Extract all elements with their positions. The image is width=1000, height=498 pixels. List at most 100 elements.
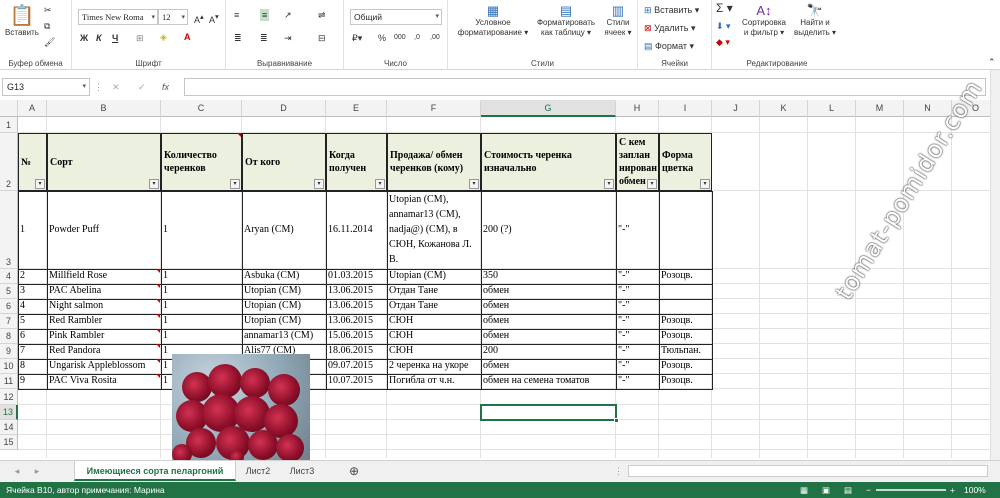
column-header-H[interactable]: H [616, 100, 659, 117]
flower-photo[interactable] [172, 354, 310, 464]
underline-button[interactable]: Ч [112, 32, 118, 44]
percent-icon[interactable]: % [378, 32, 386, 44]
table-cell[interactable]: "-" [616, 359, 632, 374]
table-cell[interactable]: 1 [161, 329, 170, 344]
table-cell[interactable]: СЮН [387, 344, 415, 359]
column-header-F[interactable]: F [387, 100, 481, 117]
table-cell[interactable]: обмен [481, 299, 511, 314]
table-header-cell[interactable]: Количество черенков ▾ [161, 133, 242, 191]
currency-icon[interactable]: ₽▾ [352, 32, 362, 44]
table-cell[interactable]: 13.06.2015 [326, 284, 375, 299]
bold-button[interactable]: Ж [80, 32, 88, 44]
table-cell[interactable]: 350 [481, 269, 500, 284]
copy-icon[interactable]: ⧉ [44, 20, 50, 32]
decrease-decimal-icon[interactable]: ,00 [430, 32, 440, 44]
filter-dropdown-icon[interactable]: ▾ [314, 179, 324, 189]
column-header-K[interactable]: K [760, 100, 808, 117]
table-cell[interactable]: 4 [18, 299, 27, 314]
merge-icon[interactable]: ⊟ [318, 32, 326, 44]
zoom-in-icon[interactable]: + [950, 482, 955, 498]
column-header-G[interactable]: G [481, 100, 616, 117]
table-cell[interactable]: PAC Viva Rosita [47, 374, 119, 389]
align-middle-icon[interactable]: ≡ [260, 9, 270, 21]
table-cell[interactable]: СЮН [387, 314, 415, 329]
orientation-icon[interactable]: ↗ [284, 9, 292, 21]
table-cell[interactable]: "-" [616, 374, 632, 389]
vertical-scrollbar[interactable] [990, 70, 1000, 460]
table-header-cell[interactable]: С кем заплан нирован обмен ▾ [616, 133, 659, 191]
row-header-9[interactable]: 9 [0, 344, 18, 359]
table-cell[interactable]: обмен [481, 359, 511, 374]
table-cell[interactable]: обмен [481, 284, 511, 299]
column-header-I[interactable]: I [659, 100, 712, 117]
column-header-B[interactable]: B [47, 100, 161, 117]
table-cell[interactable]: Night salmon [47, 299, 105, 314]
fx-icon[interactable]: fx [162, 81, 169, 93]
cut-icon[interactable]: ✂ [44, 4, 52, 16]
table-cell[interactable]: Powder Puff [47, 191, 101, 269]
column-header-C[interactable]: C [161, 100, 242, 117]
autosum-icon[interactable]: Σ ▾ [716, 2, 733, 14]
table-cell[interactable]: "-" [616, 344, 632, 359]
align-top-icon[interactable]: ≡ [234, 9, 239, 21]
table-cell[interactable]: Погибла от ч.н. [387, 374, 457, 389]
table-cell[interactable]: Отдан Тане [387, 299, 440, 314]
table-cell[interactable]: annamar13 (CM) [242, 329, 315, 344]
table-cell[interactable]: 1 [161, 359, 170, 374]
table-cell[interactable]: 13.06.2015 [326, 314, 375, 329]
row-header-5[interactable]: 5 [0, 284, 18, 299]
table-cell[interactable]: Utopian (CM) [242, 299, 303, 314]
font-color-icon[interactable]: A [184, 31, 191, 43]
table-cell[interactable]: "-" [616, 269, 632, 284]
add-sheet-icon[interactable]: ⊕ [344, 461, 364, 481]
table-cell[interactable]: "-" [616, 299, 632, 314]
table-cell[interactable]: 6 [18, 329, 27, 344]
table-cell[interactable]: PAC Abelina [47, 284, 103, 299]
cancel-icon[interactable]: ✕ [112, 81, 120, 93]
table-cell[interactable]: 01.03.2015 [326, 269, 375, 284]
increase-decimal-icon[interactable]: ,0 [414, 32, 420, 44]
italic-button[interactable]: К [96, 32, 102, 44]
table-cell[interactable]: 16.11.2014 [326, 191, 375, 269]
filter-dropdown-icon[interactable]: ▾ [375, 179, 385, 189]
column-header-J[interactable]: J [712, 100, 760, 117]
page-break-icon[interactable]: ▤ [844, 482, 852, 498]
table-cell[interactable]: Розоцв. [659, 269, 695, 284]
table-cell[interactable]: 1 [161, 191, 170, 269]
table-header-cell[interactable]: От кого ▾ [242, 133, 326, 191]
column-header-M[interactable]: M [856, 100, 904, 117]
row-header-12[interactable]: 12 [0, 389, 18, 405]
tab-sheet3[interactable]: Лист3 [282, 461, 322, 481]
filter-dropdown-icon[interactable]: ▾ [230, 179, 240, 189]
table-cell[interactable]: Utopian (CM) [242, 284, 303, 299]
fill-color-icon[interactable]: ◈ [160, 31, 167, 43]
collapse-ribbon-icon[interactable]: ⌃ [988, 56, 996, 68]
table-cell[interactable]: Utopian (CM) [387, 269, 448, 284]
table-cell[interactable]: 1 [161, 344, 170, 359]
table-cell[interactable]: 1 [161, 314, 170, 329]
table-cell[interactable]: Red Pandora [47, 344, 102, 359]
number-format-select[interactable]: Общий ▾ [350, 9, 442, 25]
table-cell[interactable]: Розоцв. [659, 314, 695, 329]
column-header-L[interactable]: L [808, 100, 856, 117]
filter-dropdown-icon[interactable]: ▾ [35, 179, 45, 189]
filter-dropdown-icon[interactable]: ▾ [700, 179, 710, 189]
row-header-15[interactable]: 15 [0, 435, 18, 450]
row-header-1[interactable]: 1 [0, 117, 18, 133]
horizontal-scrollbar[interactable] [628, 465, 988, 477]
filter-dropdown-icon[interactable]: ▾ [604, 179, 614, 189]
grow-font-icon[interactable]: A▴ [194, 11, 204, 26]
table-cell[interactable]: СЮН [387, 329, 415, 344]
table-cell[interactable]: Millfield Rose [47, 269, 109, 284]
format-painter-icon[interactable]: 🖌 [44, 36, 55, 48]
tab-scroll-left-icon[interactable]: ◂ [8, 461, 26, 481]
row-header-3[interactable]: 3 [0, 191, 18, 269]
formula-input[interactable] [184, 78, 986, 96]
select-all-corner[interactable] [0, 100, 18, 117]
table-cell[interactable]: Utopian (CM), annamar13 (CM), nadja@) (C… [387, 191, 481, 269]
table-cell[interactable]: Red Rambler [47, 314, 104, 329]
table-header-cell[interactable]: Сорт ▾ [47, 133, 161, 191]
table-header-cell[interactable]: Форма цветка ▾ [659, 133, 712, 191]
indent-icon[interactable]: ⇥ [284, 32, 292, 44]
table-cell[interactable]: Тюльпан. [659, 344, 703, 359]
